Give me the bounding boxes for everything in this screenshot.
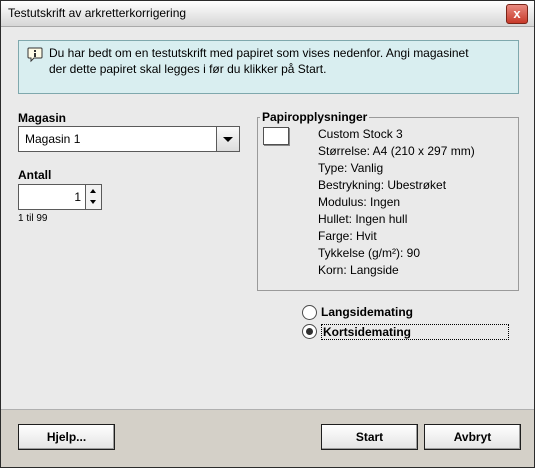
close-button[interactable]: x bbox=[506, 4, 528, 24]
magasin-selected-value: Magasin 1 bbox=[25, 132, 81, 146]
help-button[interactable]: Hjelp... bbox=[18, 424, 115, 450]
paper-sheet-icon bbox=[263, 127, 289, 145]
info-message-box: Du har bedt om en testutskrift med papir… bbox=[18, 40, 519, 94]
close-icon[interactable]: x bbox=[513, 6, 520, 21]
paper-info-line: Korn: Langside bbox=[318, 263, 399, 277]
radio-button[interactable] bbox=[302, 305, 317, 320]
antall-label: Antall bbox=[18, 168, 52, 182]
paper-info-line: Type: Vanlig bbox=[318, 161, 384, 175]
paper-info-title: Papiropplysninger bbox=[260, 110, 370, 124]
stepper-buttons bbox=[85, 185, 101, 209]
magasin-dropdown[interactable]: Magasin 1 bbox=[18, 126, 240, 152]
radio-label[interactable]: Kortsidemating bbox=[321, 324, 509, 340]
antall-value[interactable]: 1 bbox=[74, 190, 81, 204]
start-button[interactable]: Start bbox=[321, 424, 418, 450]
dialog-window: Testutskrift av arkretterkorrigering x D… bbox=[0, 0, 535, 468]
info-speech-icon bbox=[27, 47, 43, 63]
info-text: Du har bedt om en testutskrift med papir… bbox=[49, 45, 514, 77]
window-title: Testutskrift av arkretterkorrigering bbox=[8, 6, 187, 20]
paper-info-line: Hullet: Ingen hull bbox=[318, 212, 408, 226]
radio-label[interactable]: Langsidemating bbox=[321, 305, 413, 319]
dialog-body: Du har bedt om en testutskrift med papir… bbox=[1, 27, 534, 409]
title-bar[interactable]: Testutskrift av arkretterkorrigering x bbox=[1, 1, 534, 27]
info-line-2: der dette papiret skal legges i før du k… bbox=[49, 62, 327, 76]
paper-info-line: Størrelse: A4 (210 x 297 mm) bbox=[318, 144, 475, 158]
cancel-button[interactable]: Avbryt bbox=[424, 424, 521, 450]
radio-button-selected[interactable] bbox=[302, 324, 317, 339]
paper-info-line: Bestrykning: Ubestrøket bbox=[318, 178, 447, 192]
stepper-down-icon[interactable] bbox=[86, 197, 101, 209]
magasin-label: Magasin bbox=[18, 111, 67, 125]
divider bbox=[1, 409, 534, 410]
antall-range-hint: 1 til 99 bbox=[18, 213, 48, 224]
paper-info-line: Tykkelse (g/m²): 90 bbox=[318, 246, 421, 260]
info-line-1: Du har bedt om en testutskrift med papir… bbox=[49, 46, 469, 60]
paper-info-line: Modulus: Ingen bbox=[318, 195, 401, 209]
paper-info-line: Custom Stock 3 bbox=[318, 127, 403, 141]
paper-info-line: Farge: Hvit bbox=[318, 229, 377, 243]
chevron-down-icon[interactable] bbox=[216, 127, 239, 151]
antall-stepper[interactable]: 1 bbox=[18, 184, 102, 210]
